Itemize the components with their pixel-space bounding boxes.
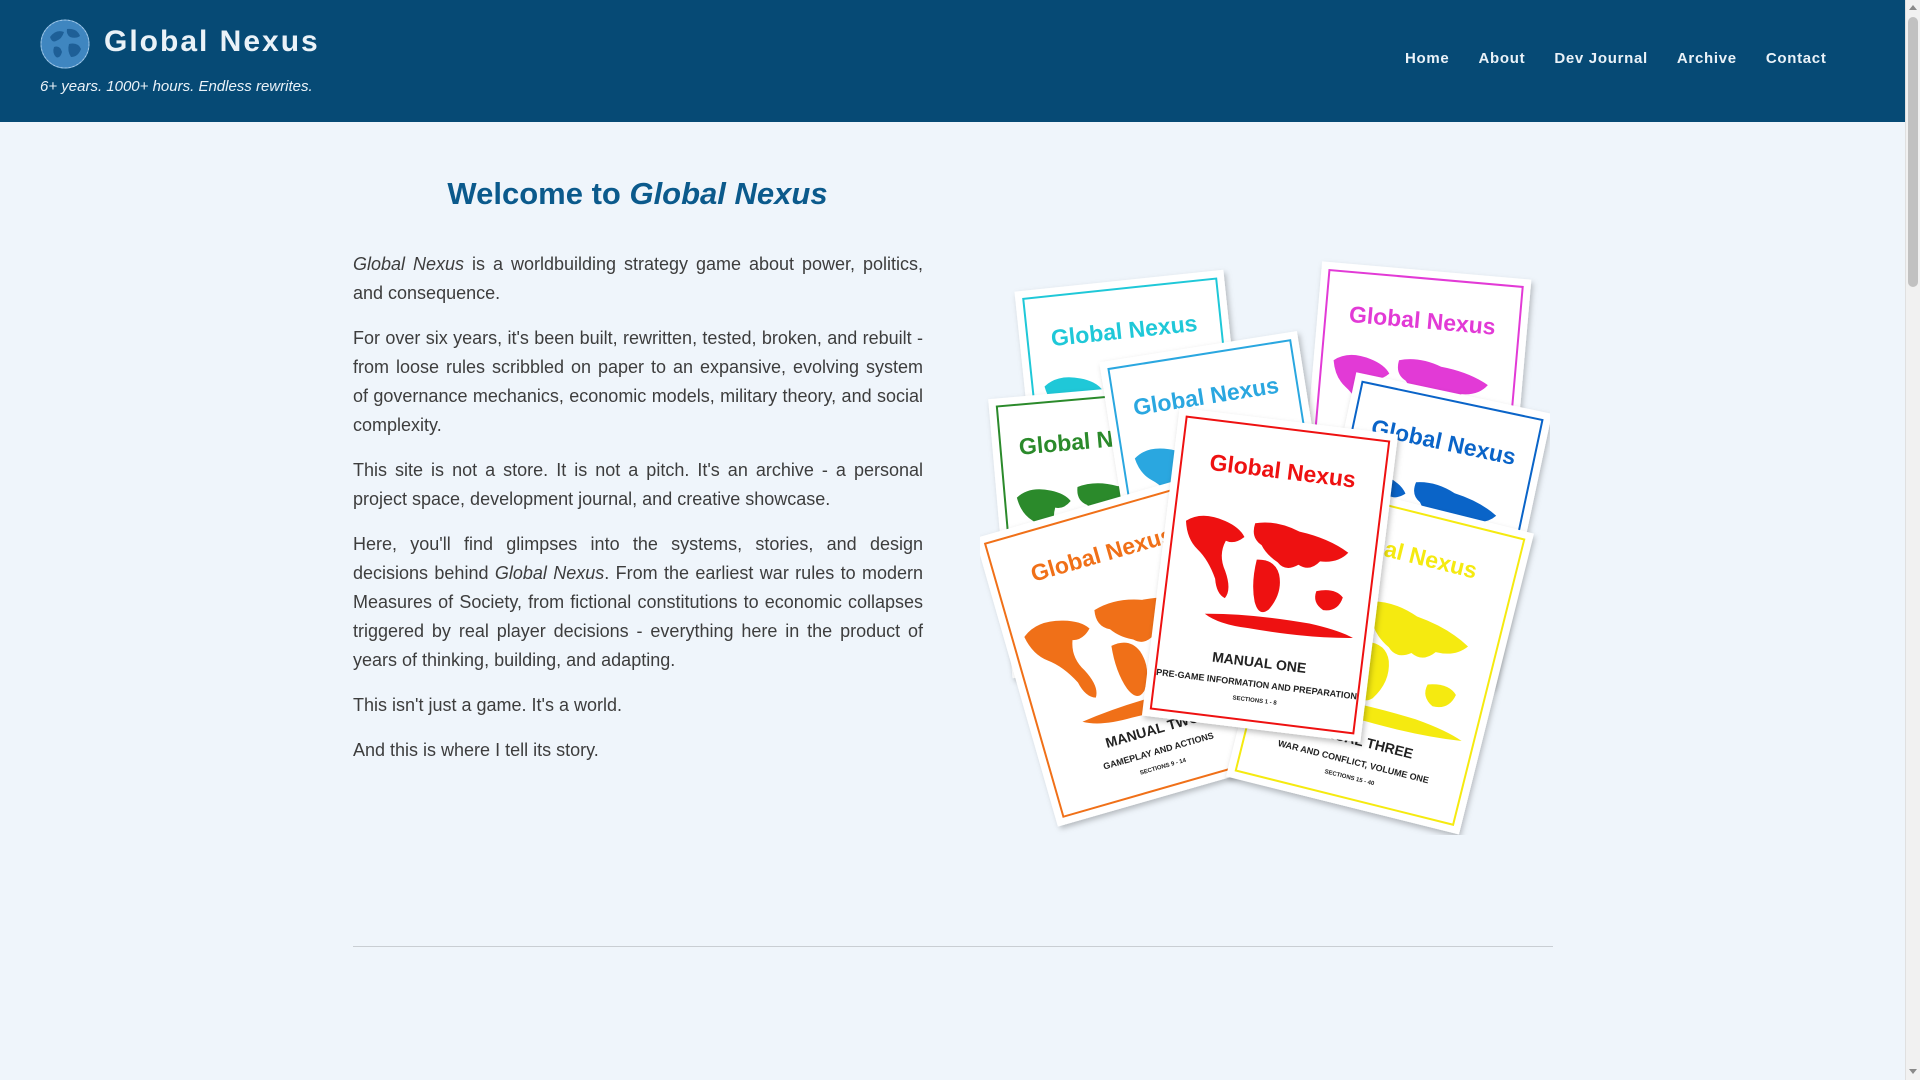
scrollbar-thumb[interactable]	[1908, 17, 1918, 287]
intro-paragraph: Here, you'll find glimpses into the syst…	[353, 530, 923, 675]
intro-text: Global Nexus is a worldbuilding strategy…	[353, 250, 923, 781]
site-tagline: 6+ years. 1000+ hours. Endless rewrites.	[40, 78, 313, 95]
vertical-scrollbar[interactable]	[1905, 0, 1920, 1080]
intro-paragraph: Global Nexus is a worldbuilding strategy…	[353, 250, 923, 308]
manual-covers: Global Nexus Global NexusGlobal NexusGlob…	[980, 261, 1550, 835]
nav-contact[interactable]: Contact	[1766, 50, 1827, 67]
nav-fade-overlay	[1845, 50, 1905, 74]
manuals-collage-image: Global Nexus Global NexusGlobal NexusGlob…	[980, 261, 1550, 835]
site-title[interactable]: Global Nexus	[104, 25, 320, 59]
page-title-prefix: Welcome to	[447, 176, 630, 211]
scroll-up-arrow-icon[interactable]	[1909, 5, 1917, 10]
globe-icon[interactable]	[40, 19, 90, 69]
section-divider	[353, 946, 1553, 947]
page-title-emphasis: Global Nexus	[629, 176, 828, 211]
manual-cover: Global NexusMANUAL ONEPRE-GAME INFORMATI…	[1141, 407, 1399, 743]
intro-paragraph: And this is where I tell its story.	[353, 740, 599, 760]
intro-paragraph: This site is not a store. It is not a pi…	[353, 460, 923, 509]
intro-paragraph: For over six years, it's been built, rew…	[353, 328, 923, 435]
nav-about[interactable]: About	[1478, 50, 1525, 67]
nav-home[interactable]: Home	[1405, 50, 1449, 67]
page-title: Welcome to Global Nexus	[352, 176, 923, 212]
nav-dev-journal[interactable]: Dev Journal	[1554, 50, 1648, 67]
scroll-down-arrow-icon[interactable]	[1909, 1069, 1917, 1074]
main-nav: Home About Dev Journal Archive Contact	[1405, 50, 1905, 74]
nav-archive[interactable]: Archive	[1677, 50, 1737, 67]
site-header: Global Nexus 6+ years. 1000+ hours. Endl…	[0, 0, 1905, 122]
intro-paragraph: This isn't just a game. It's a world.	[353, 695, 622, 715]
game-name: Global Nexus	[353, 254, 465, 274]
game-name: Global Nexus	[494, 563, 605, 583]
